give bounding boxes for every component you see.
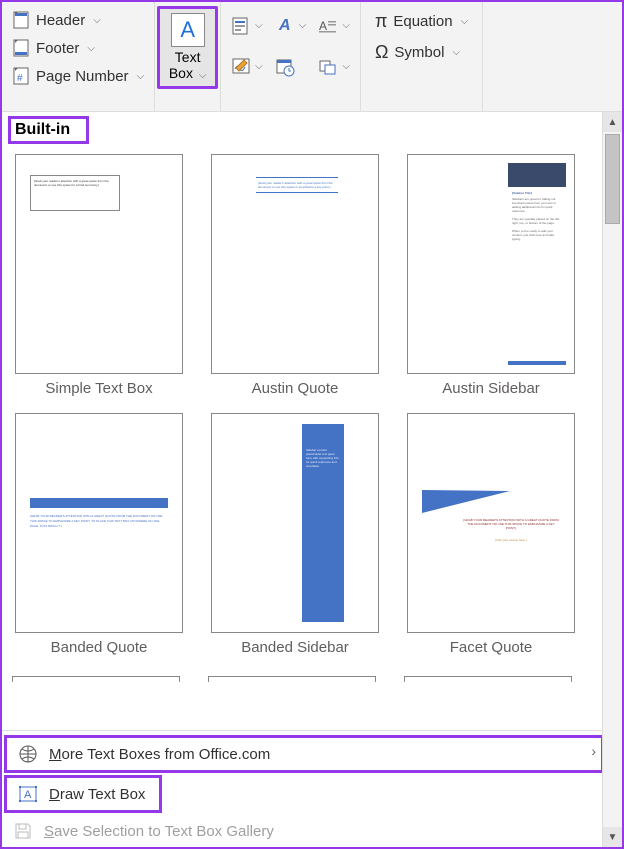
object-button[interactable]: ⌵: [318, 57, 350, 77]
scroll-down-button[interactable]: ▼: [603, 827, 622, 847]
footer-icon: [12, 39, 30, 57]
chevron-down-icon: ⌵: [461, 16, 469, 27]
page-number-label: Page Number: [36, 68, 129, 85]
save-selection-command: Save Selection to Text Box Gallery: [2, 815, 602, 847]
object-icon: [318, 57, 338, 77]
thumbnail-label: Banded Sidebar: [241, 639, 349, 656]
gallery-item-cutoff[interactable]: [12, 676, 180, 682]
chevron-down-icon: ⌵: [199, 70, 207, 81]
ribbon: Header ⌵ Footer ⌵ # Page Number ⌵ A Text…: [2, 2, 622, 112]
svg-text:A: A: [319, 19, 327, 33]
thumbnail-austin-sidebar: [Sidebar Title] Sidebars are great for c…: [407, 154, 575, 374]
symbols-group: π Equation ⌵ Ω Symbol ⌵: [361, 2, 483, 111]
chevron-down-icon: ⌵: [452, 47, 460, 58]
date-time-icon: [275, 57, 295, 77]
scroll-thumb[interactable]: [605, 134, 620, 224]
drop-cap-icon: A: [318, 16, 338, 36]
thumbnail-austin-quote: [Grab your reader's attention with a gre…: [211, 154, 379, 374]
draw-text-box-command[interactable]: A Draw Text Box: [4, 775, 162, 813]
thumbnail-banded-quote: [GRAB YOUR READER'S ATTENTION WITH A GRE…: [15, 413, 183, 633]
chevron-down-icon: ⌵: [93, 15, 101, 26]
equation-label: Equation: [393, 13, 452, 30]
symbol-icon: Ω: [375, 42, 388, 63]
chevron-down-icon: ⌵: [255, 20, 263, 31]
text-box-icon: A: [171, 13, 205, 47]
date-time-button[interactable]: [275, 57, 307, 77]
gallery-item-austin-quote[interactable]: [Grab your reader's attention with a gre…: [208, 154, 382, 397]
header-icon: [12, 11, 30, 29]
svg-text:#: #: [17, 73, 23, 84]
builtin-section-header: Built-in: [8, 116, 89, 144]
thumbnail-banded-sidebar: [SIDEBAR TITLE] Sidebar content placehol…: [211, 413, 379, 633]
gallery-item-simple-text-box[interactable]: [Grab your reader's attention with a gre…: [12, 154, 186, 397]
text-box-group: A Text Box ⌵: [155, 2, 221, 111]
chevron-down-icon: ⌵: [137, 71, 145, 82]
symbol-label: Symbol: [394, 44, 444, 61]
gallery-pane: Built-in [Grab your reader's attention w…: [2, 112, 602, 847]
footer-label: Footer: [36, 40, 79, 57]
footer-button[interactable]: Footer ⌵: [10, 36, 146, 60]
header-button[interactable]: Header ⌵: [10, 8, 146, 32]
gallery-item-cutoff[interactable]: [208, 676, 376, 682]
symbol-button[interactable]: Ω Symbol ⌵: [373, 39, 470, 66]
quick-parts-button[interactable]: ⌵: [231, 16, 263, 36]
draw-text-box-icon: A: [17, 783, 39, 805]
thumbnail-label: Austin Quote: [252, 380, 339, 397]
gallery-commands: More Text Boxes from Office.com › A Draw…: [2, 730, 602, 847]
svg-text:A: A: [24, 789, 32, 801]
page-number-button[interactable]: # Page Number ⌵: [10, 64, 146, 88]
gallery-item-austin-sidebar[interactable]: [Sidebar Title] Sidebars are great for c…: [404, 154, 578, 397]
gallery-scrollbar[interactable]: ▲ ▼: [602, 112, 622, 847]
chevron-down-icon: ⌵: [255, 61, 263, 72]
signature-line-button[interactable]: ⌵: [231, 57, 263, 77]
signature-icon: [231, 57, 251, 77]
gallery-grid: [Grab your reader's attention with a gre…: [8, 148, 596, 662]
thumbnail-label: Austin Sidebar: [442, 380, 540, 397]
text-box-gallery: Built-in [Grab your reader's attention w…: [2, 112, 622, 847]
chevron-down-icon: ⌵: [87, 43, 95, 54]
more-text-boxes-label: More Text Boxes from Office.com: [49, 746, 270, 763]
save-selection-label: Save Selection to Text Box Gallery: [44, 823, 274, 840]
drop-cap-button[interactable]: A ⌵: [318, 16, 350, 36]
gallery-item-banded-quote[interactable]: [GRAB YOUR READER'S ATTENTION WITH A GRE…: [12, 413, 186, 656]
equation-icon: π: [375, 11, 387, 32]
equation-button[interactable]: π Equation ⌵: [373, 8, 470, 35]
text-box-label: Text Box ⌵: [169, 49, 207, 84]
text-box-button[interactable]: A Text Box ⌵: [157, 6, 218, 89]
header-label: Header: [36, 12, 85, 29]
scroll-up-button[interactable]: ▲: [603, 112, 622, 132]
quick-parts-group: ⌵ A ⌵ A ⌵ ⌵ ⌵: [221, 2, 361, 111]
chevron-down-icon: ⌵: [342, 61, 350, 72]
gallery-item-cutoff[interactable]: [404, 676, 572, 682]
thumbnail-facet-quote: [GRAB YOUR READER'S ATTENTION WITH A GRE…: [407, 413, 575, 633]
page-number-icon: #: [12, 67, 30, 85]
gallery-item-facet-quote[interactable]: [GRAB YOUR READER'S ATTENTION WITH A GRE…: [404, 413, 578, 656]
thumbnail-label: Simple Text Box: [45, 380, 152, 397]
save-icon: [12, 820, 34, 842]
thumbnail-label: Facet Quote: [450, 639, 533, 656]
thumbnail-label: Banded Quote: [51, 639, 148, 656]
header-footer-group: Header ⌵ Footer ⌵ # Page Number ⌵: [2, 2, 155, 111]
chevron-right-icon: ›: [591, 743, 596, 759]
wordart-button[interactable]: A ⌵: [275, 16, 307, 36]
draw-text-box-label: Draw Text Box: [49, 786, 145, 803]
wordart-icon: A: [275, 16, 295, 36]
chevron-down-icon: ⌵: [299, 20, 307, 31]
gallery-item-banded-sidebar[interactable]: [SIDEBAR TITLE] Sidebar content placehol…: [208, 413, 382, 656]
gallery-cutoff-row: [8, 676, 596, 682]
quick-parts-icon: [231, 16, 251, 36]
chevron-down-icon: ⌵: [342, 20, 350, 31]
thumbnail-simple-text-box: [Grab your reader's attention with a gre…: [15, 154, 183, 374]
more-text-boxes-command[interactable]: More Text Boxes from Office.com: [4, 735, 602, 773]
globe-icon: [17, 743, 39, 765]
